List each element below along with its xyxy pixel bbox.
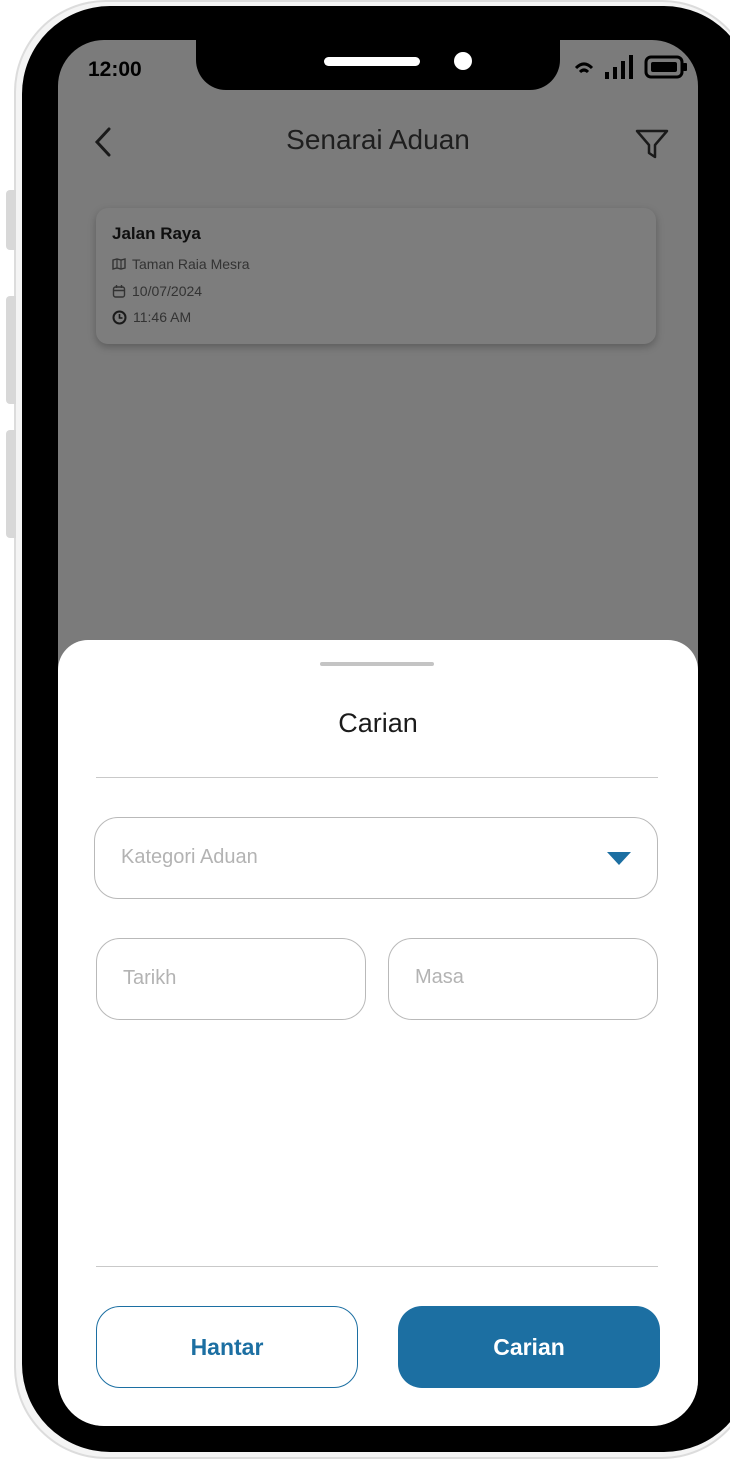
map-icon: [112, 258, 126, 270]
filter-button[interactable]: [630, 122, 674, 166]
complaint-date-row: 10/07/2024: [112, 283, 202, 299]
page-title: Senarai Aduan: [286, 124, 470, 155]
complaint-time-row: 11:46 AM: [112, 309, 191, 325]
dropdown-arrow-icon: [607, 852, 631, 865]
complaint-card[interactable]: Jalan Raya Taman Raia Mesra 10/07/2024 1…: [96, 208, 656, 344]
phone-side-button: [6, 430, 16, 538]
divider: [96, 777, 658, 778]
submit-button[interactable]: Hantar: [96, 1306, 358, 1388]
complaint-date: 10/07/2024: [132, 283, 203, 299]
camera: [454, 52, 472, 70]
phone-side-button: [6, 190, 16, 250]
phone-screen: 12:00 Senarai Aduan Jalan Raya Taman Rai…: [58, 40, 698, 1426]
battery-icon: [644, 55, 687, 79]
phone-notch: [196, 40, 560, 90]
app-header: Senarai Aduan: [58, 120, 698, 170]
category-dropdown[interactable]: Kategori Aduan: [94, 817, 658, 899]
sheet-title: Carian: [338, 708, 418, 738]
signal-icon: [605, 55, 633, 79]
search-bottom-sheet: Carian Kategori Aduan Tarikh Masa Hantar…: [58, 640, 698, 1426]
complaint-location-row: Taman Raia Mesra: [112, 256, 250, 272]
phone-side-button: [6, 296, 16, 404]
wifi-icon: [574, 62, 594, 74]
speaker: [324, 57, 420, 66]
complaint-title: Jalan Raya: [112, 224, 201, 243]
status-icons: [574, 54, 688, 80]
date-field[interactable]: Tarikh: [96, 938, 366, 1020]
date-placeholder: Tarikh: [123, 967, 177, 989]
complaint-time: 11:46 AM: [133, 309, 192, 325]
complaint-location: Taman Raia Mesra: [132, 256, 250, 272]
status-time: 12:00: [88, 58, 142, 81]
search-button[interactable]: Carian: [398, 1306, 660, 1388]
filter-icon: [635, 129, 669, 159]
divider: [96, 1266, 658, 1267]
sheet-drag-handle[interactable]: [320, 662, 434, 666]
category-placeholder: Kategori Aduan: [121, 846, 258, 868]
time-field[interactable]: Masa: [388, 938, 658, 1020]
clock-icon: [112, 310, 127, 324]
time-placeholder: Masa: [415, 966, 464, 988]
calendar-icon: [112, 285, 126, 298]
